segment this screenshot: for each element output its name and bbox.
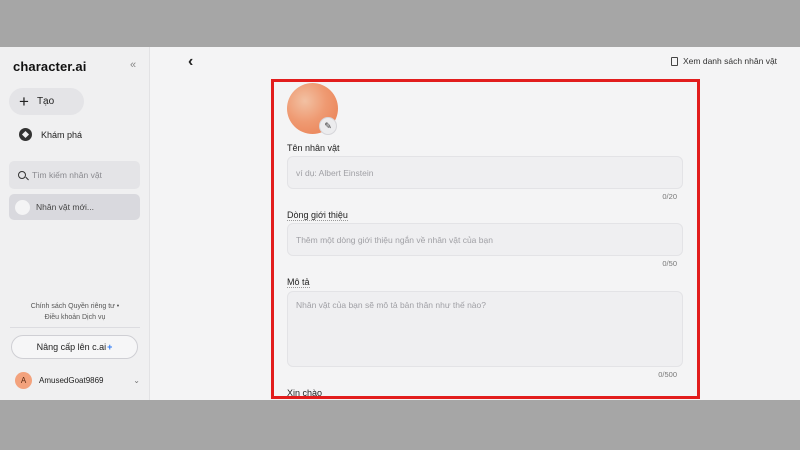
tagline-field[interactable]: Thêm một dòng giới thiệu ngắn về nhân vậ…	[287, 223, 683, 256]
privacy-policy-link[interactable]: Chính sách Quyền riêng tư •	[10, 301, 140, 312]
upgrade-label: Nâng cấp lên c.ai	[36, 342, 107, 352]
app-logo[interactable]: character.ai	[13, 59, 86, 74]
avatar: A	[15, 372, 32, 389]
search-input[interactable]: Tìm kiếm nhân vật	[9, 161, 140, 189]
user-menu[interactable]: A AmusedGoat9869 ⌄	[15, 372, 140, 389]
recent-character-label: Nhân vật mới...	[36, 202, 95, 212]
name-char-count: 0/20	[662, 192, 677, 201]
legal-links: Chính sách Quyền riêng tư • Điều khoản D…	[10, 301, 140, 323]
create-button[interactable]: + Tạo	[9, 88, 84, 115]
name-label-text: Tên nhân vật	[287, 143, 340, 153]
sidebar: character.ai « + Tạo Khám phá Tìm kiếm n…	[0, 47, 150, 400]
character-avatar	[15, 199, 30, 215]
terms-of-service-link[interactable]: Điều khoản Dịch vụ	[10, 312, 140, 323]
pencil-icon[interactable]: ✎	[319, 117, 337, 135]
recent-character-item[interactable]: Nhân vật mới...	[9, 194, 140, 220]
create-label: Tạo	[36, 96, 55, 107]
description-label-text: Mô tả	[287, 277, 310, 288]
discover-label: Khám phá	[41, 129, 83, 140]
description-label: Mô tả	[287, 277, 310, 288]
plus-icon: +	[19, 92, 29, 111]
name-placeholder: ví dụ: Albert Einstein	[296, 167, 374, 178]
upgrade-button[interactable]: Nâng cấp lên c.ai +	[11, 335, 138, 359]
username: AmusedGoat9869	[39, 376, 104, 385]
description-placeholder: Nhân vật của bạn sẽ mô tả bản thân như t…	[296, 300, 486, 310]
character-form: ✎ Tên nhân vật ví dụ: Albert Einstein 0/…	[285, 47, 685, 400]
view-characters-label: Xem danh sách nhân vật	[683, 56, 778, 66]
view-characters-button[interactable]: Xem danh sách nhân vật	[671, 56, 777, 66]
name-label: Tên nhân vật	[287, 143, 340, 153]
back-button[interactable]: ‹	[188, 53, 193, 71]
description-field[interactable]: Nhân vật của bạn sẽ mô tả bản thân như t…	[287, 291, 683, 367]
greeting-label-text: Xin chào	[287, 388, 323, 399]
tagline-placeholder: Thêm một dòng giới thiệu ngắn về nhân vậ…	[296, 234, 493, 245]
search-icon	[18, 171, 26, 179]
collapse-sidebar-icon[interactable]: «	[130, 59, 136, 71]
tagline-label: Dòng giới thiệu	[287, 210, 348, 221]
compass-icon	[19, 128, 32, 141]
description-char-count: 0/500	[658, 370, 677, 379]
chevron-down-icon: ⌄	[133, 376, 140, 385]
sidebar-divider	[10, 327, 140, 328]
app-window: character.ai « + Tạo Khám phá Tìm kiếm n…	[0, 47, 800, 400]
name-field[interactable]: ví dụ: Albert Einstein	[287, 156, 683, 189]
tagline-label-text: Dòng giới thiệu	[287, 210, 348, 221]
discover-link[interactable]: Khám phá	[19, 128, 82, 141]
tagline-char-count: 0/50	[662, 259, 677, 268]
plus-badge: +	[107, 342, 113, 352]
search-placeholder: Tìm kiếm nhân vật	[32, 170, 102, 180]
greeting-label: Xin chào	[287, 388, 323, 399]
